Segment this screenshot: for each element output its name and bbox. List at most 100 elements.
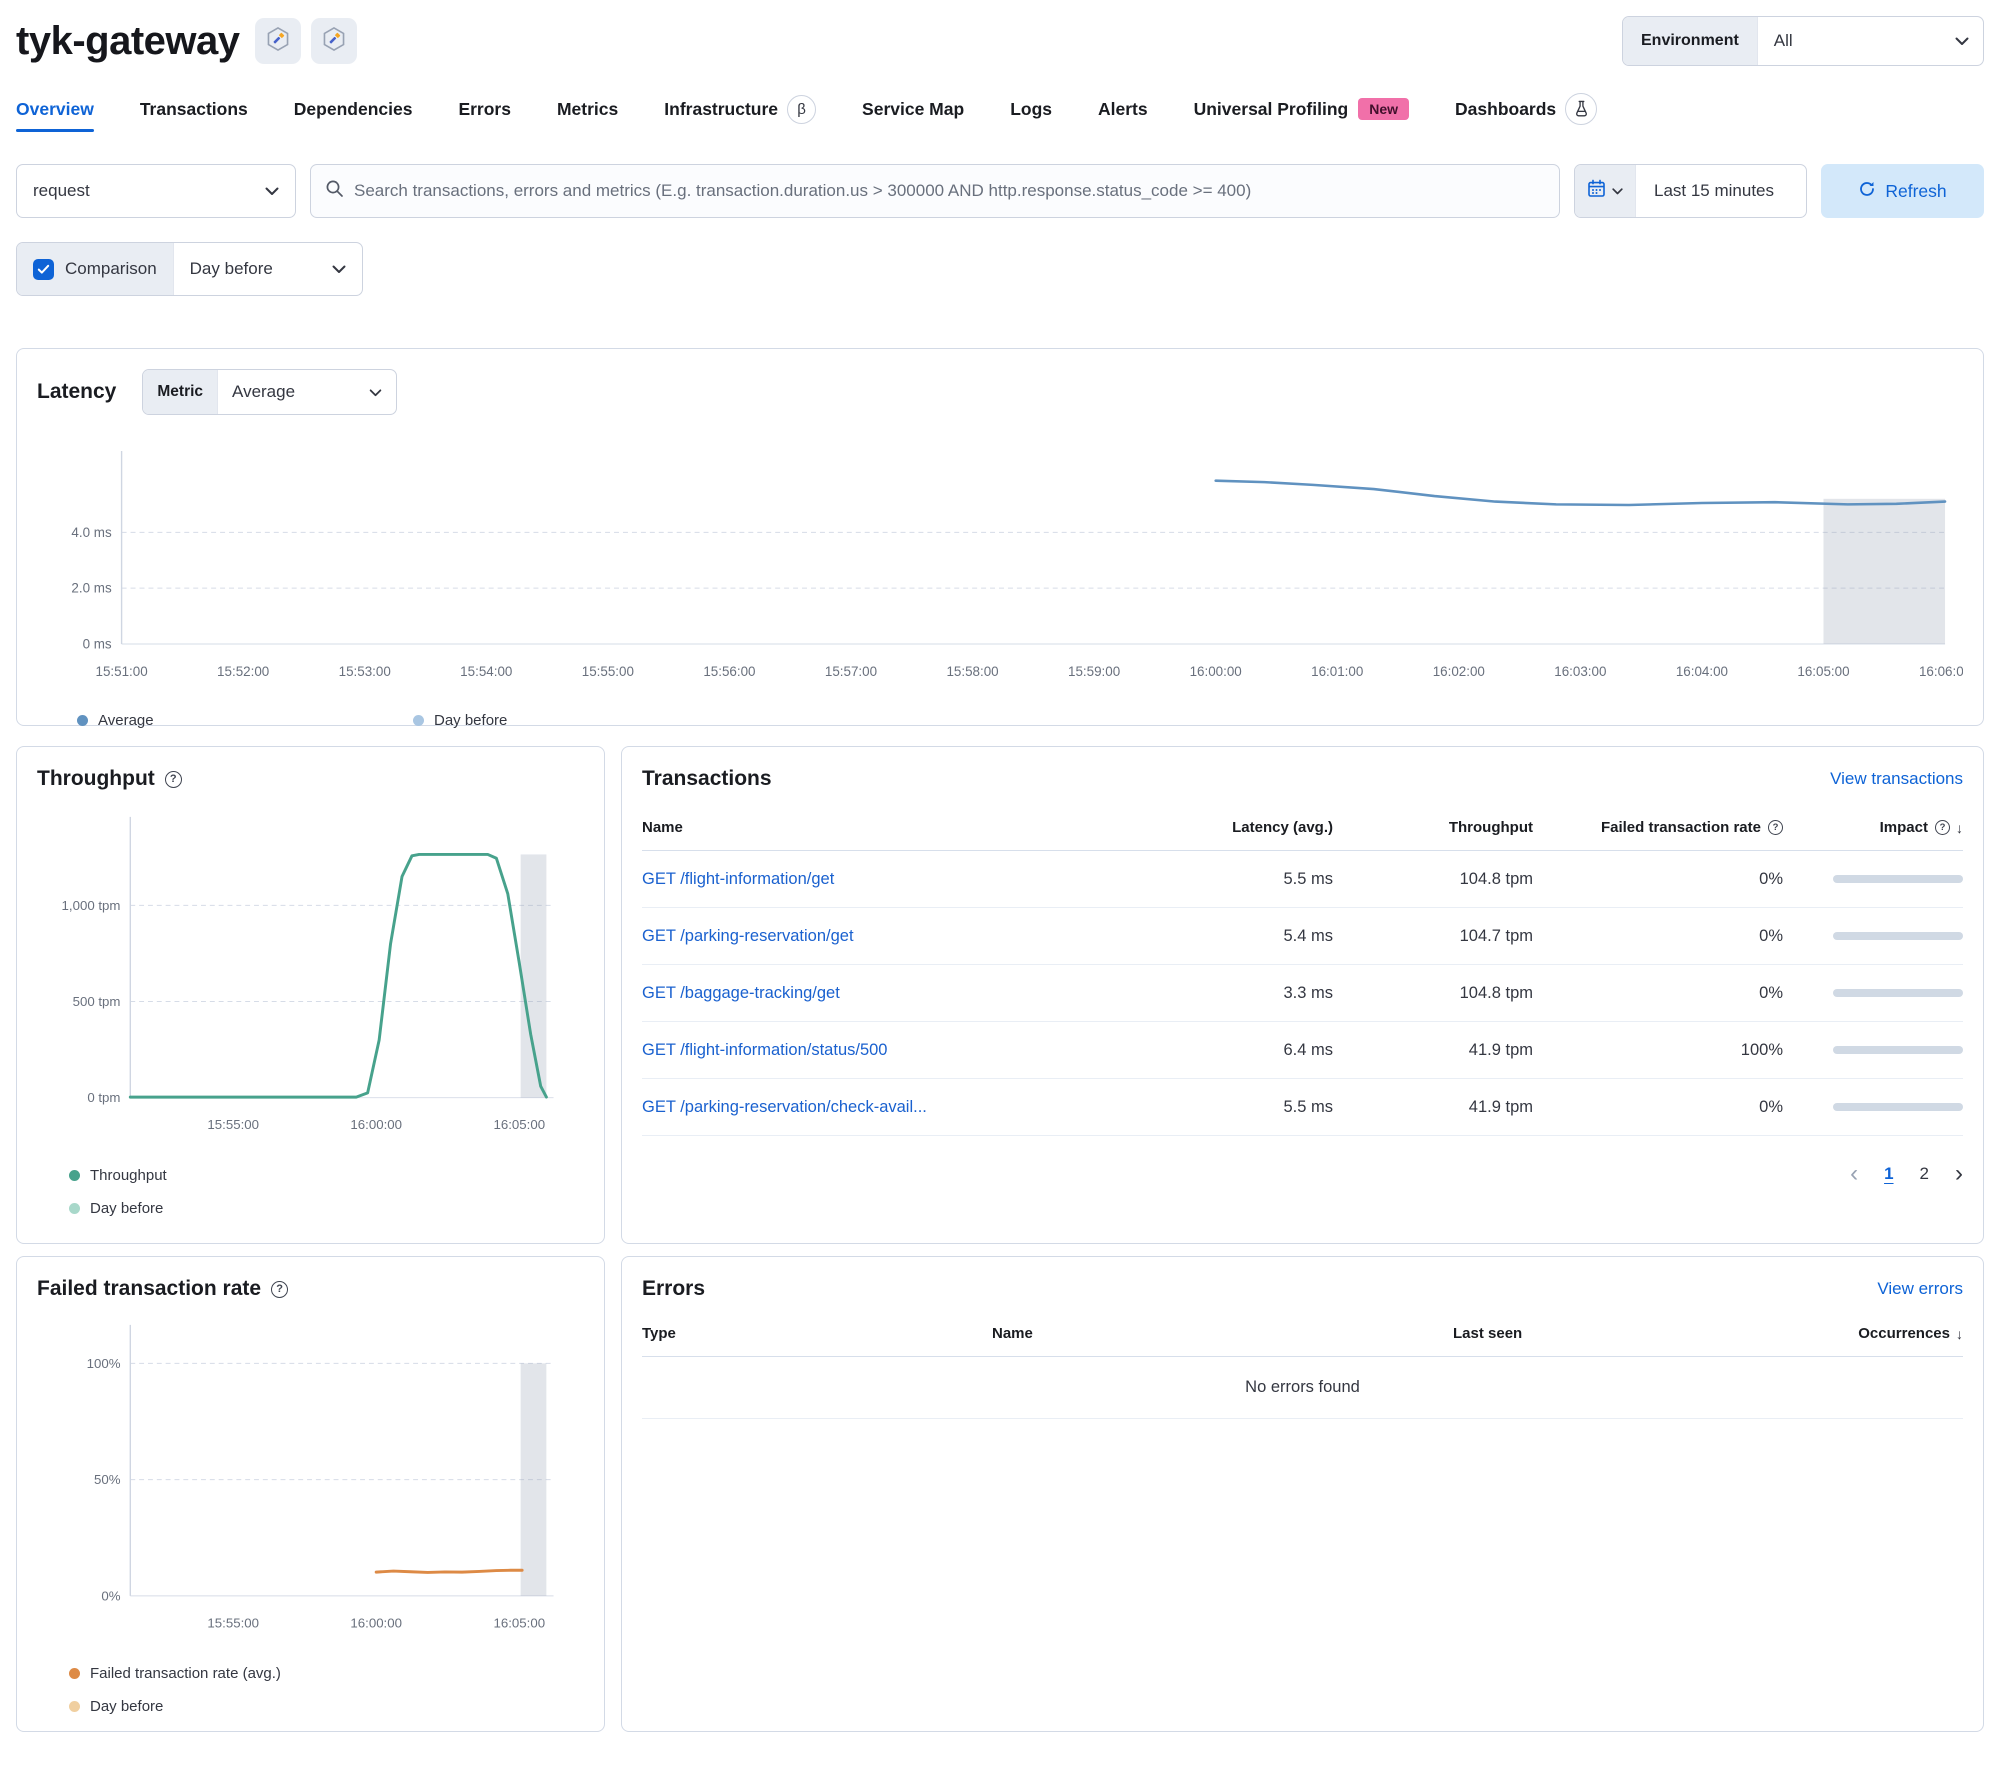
column-header-last-seen[interactable]: Last seen	[1453, 1325, 1783, 1342]
calendar-segment[interactable]	[1575, 165, 1636, 217]
search-scope-select[interactable]: request	[16, 164, 296, 218]
comparison-checkbox[interactable]	[33, 258, 54, 280]
comparison-checkbox-segment[interactable]: Comparison	[17, 243, 174, 295]
transactions-table-header: Name Latency (avg.) Throughput Failed tr…	[642, 813, 1963, 851]
errors-title: Errors	[642, 1277, 706, 1300]
throughput-chart-svg: 0 tpm 500 tpm 1,000 tpm 15:55:00 16:00:00 16:…	[62, 816, 554, 1132]
third-row: Failed transaction rate 0% 50% 100% 15:55:0…	[16, 1256, 1984, 1732]
sort-down-icon: ↓	[1956, 819, 1963, 836]
latency-panel-header: Latency Metric Average	[37, 369, 1963, 415]
view-errors-link[interactable]: View errors	[1877, 1279, 1963, 1299]
impact-bar	[1833, 1046, 1963, 1054]
table-row: GET /parking-reservation/check-avail... …	[642, 1079, 1963, 1136]
filter-bar: request Last 15 minutes	[16, 164, 1984, 218]
chevron-down-icon	[265, 181, 279, 201]
time-range-value[interactable]: Last 15 minutes	[1636, 165, 1806, 217]
svg-text:16:00:00: 16:00:00	[350, 1615, 402, 1630]
transaction-link[interactable]: GET /flight-information/status/500	[642, 1041, 887, 1060]
failed-rate-value: 0%	[1759, 983, 1783, 1002]
comparison-value-select[interactable]: Day before	[174, 243, 362, 295]
help-icon[interactable]	[271, 1280, 289, 1298]
column-header-occurrences[interactable]: Occurrences ↓	[1783, 1325, 1963, 1342]
svg-text:15:58:00: 15:58:00	[946, 664, 998, 679]
legend-item-throughput[interactable]: Throughput	[69, 1167, 584, 1184]
tab-logs[interactable]: Logs	[1010, 86, 1052, 132]
environment-select[interactable]: Environment All	[1622, 16, 1984, 66]
apm-service-overview-page: tyk-gateway Environment All Overview Tra…	[0, 0, 2000, 1756]
page-number-2[interactable]: 2	[1920, 1164, 1929, 1184]
throughput-chart: 0 tpm 500 tpm 1,000 tpm 15:55:00 16:00:00 16:…	[37, 807, 584, 1149]
tab-errors[interactable]: Errors	[458, 86, 511, 132]
transaction-link[interactable]: GET /parking-reservation/check-avail...	[642, 1098, 927, 1117]
comparison-control[interactable]: Comparison Day before	[16, 242, 363, 296]
tab-dashboards[interactable]: Dashboards	[1455, 86, 1598, 132]
tab-bar: Overview Transactions Dependencies Error…	[16, 86, 1984, 132]
tab-universal-profiling[interactable]: Universal Profiling New	[1194, 86, 1410, 132]
legend-item-day-before[interactable]: Day before	[69, 1698, 584, 1715]
transactions-panel: Transactions View transactions Name Late…	[621, 746, 1984, 1244]
svg-text:16:06:00: 16:06:00	[1919, 664, 1963, 679]
tab-service-map[interactable]: Service Map	[862, 86, 964, 132]
svg-text:16:02:00: 16:02:00	[1433, 664, 1485, 679]
legend-dot	[413, 714, 424, 726]
failed-rate-chart: 0% 50% 100% 15:55:00 16:00:00 16:05:00	[37, 1317, 584, 1647]
chevron-down-icon	[1612, 182, 1623, 200]
tab-overview[interactable]: Overview	[16, 86, 94, 132]
environment-value: All	[1773, 31, 1793, 50]
sort-down-icon: ↓	[1956, 1325, 1963, 1342]
column-header-type[interactable]: Type	[642, 1325, 992, 1342]
transaction-link[interactable]: GET /parking-reservation/get	[642, 927, 854, 946]
legend-dot	[69, 1202, 80, 1214]
tab-alerts[interactable]: Alerts	[1098, 86, 1148, 132]
legend-item-failed-rate[interactable]: Failed transaction rate (avg.)	[69, 1665, 584, 1682]
throughput-value: 41.9 tpm	[1468, 1040, 1533, 1059]
transaction-link[interactable]: GET /flight-information/get	[642, 870, 834, 889]
tab-infrastructure[interactable]: Infrastructure β	[664, 86, 817, 132]
failed-rate-value: 0%	[1759, 869, 1783, 888]
help-icon[interactable]	[1935, 820, 1950, 835]
throughput-value: 104.7 tpm	[1459, 926, 1533, 945]
svg-text:15:53:00: 15:53:00	[339, 664, 391, 679]
previous-page-arrow[interactable]: ‹	[1850, 1162, 1858, 1186]
svg-text:0 ms: 0 ms	[83, 636, 112, 651]
transaction-link[interactable]: GET /baggage-tracking/get	[642, 984, 840, 1003]
next-page-arrow[interactable]: ›	[1955, 1162, 1963, 1186]
chevron-down-icon	[1955, 17, 1983, 65]
latency-metric-select[interactable]: Metric Average	[142, 369, 398, 415]
column-header-name[interactable]: Name	[642, 819, 1163, 836]
environment-label: Environment	[1623, 17, 1758, 65]
agent-badge-button-2[interactable]	[311, 18, 358, 64]
svg-text:0%: 0%	[101, 1588, 120, 1603]
column-header-latency[interactable]: Latency (avg.)	[1163, 819, 1333, 836]
svg-text:15:55:00: 15:55:00	[582, 664, 634, 679]
latency-value: 3.3 ms	[1283, 983, 1333, 1002]
pagination: ‹ 1 2 ›	[642, 1162, 1963, 1186]
date-picker[interactable]: Last 15 minutes	[1574, 164, 1807, 218]
svg-text:15:55:00: 15:55:00	[207, 1615, 259, 1630]
view-transactions-link[interactable]: View transactions	[1830, 769, 1963, 789]
tab-transactions[interactable]: Transactions	[140, 86, 248, 132]
help-icon[interactable]	[1768, 820, 1783, 835]
impact-bar	[1833, 989, 1963, 997]
legend-item-day-before[interactable]: Day before	[69, 1200, 584, 1217]
refresh-icon	[1858, 180, 1876, 203]
tab-dependencies[interactable]: Dependencies	[294, 86, 413, 132]
help-icon[interactable]	[164, 770, 182, 788]
new-badge: New	[1358, 98, 1410, 120]
agent-badge-button[interactable]	[255, 18, 302, 64]
column-header-name[interactable]: Name	[992, 1325, 1453, 1342]
tab-metrics[interactable]: Metrics	[557, 86, 618, 132]
svg-text:500 tpm: 500 tpm	[73, 994, 121, 1009]
svg-text:16:05:00: 16:05:00	[1797, 664, 1849, 679]
beta-badge: β	[787, 94, 817, 124]
search-input[interactable]	[354, 181, 1545, 201]
torch-hexagon-icon	[265, 26, 291, 57]
transactions-title: Transactions	[642, 767, 772, 790]
legend-item-day-before[interactable]: Day before	[413, 712, 507, 729]
column-header-impact[interactable]: Impact ↓	[1783, 819, 1963, 836]
legend-item-average[interactable]: Average	[77, 712, 413, 729]
column-header-failed-rate[interactable]: Failed transaction rate	[1533, 819, 1783, 836]
page-number-1[interactable]: 1	[1884, 1164, 1893, 1184]
refresh-button[interactable]: Refresh	[1821, 164, 1984, 218]
column-header-throughput[interactable]: Throughput	[1333, 819, 1533, 836]
